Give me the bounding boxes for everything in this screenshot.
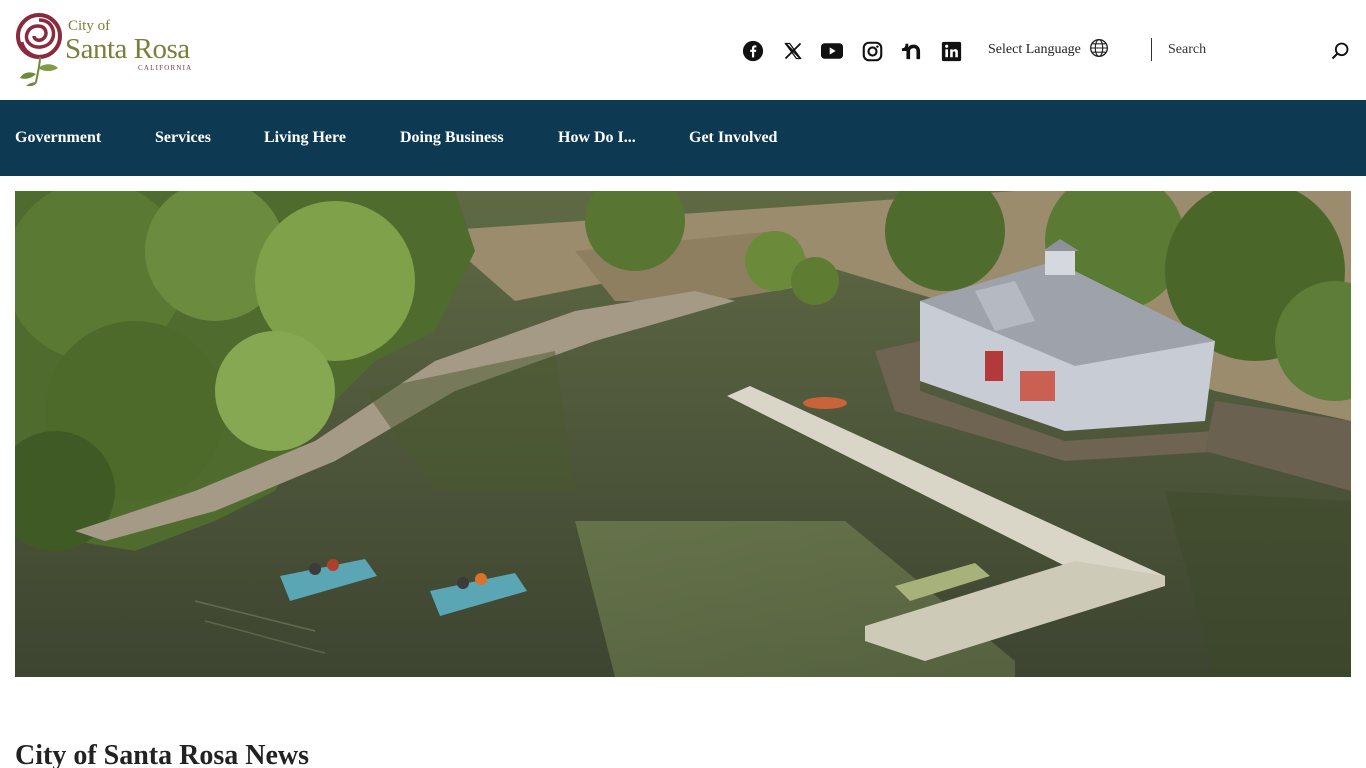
nav-item-get-involved[interactable]: Get Involved [689,100,777,176]
language-label: Select Language [988,42,1081,57]
nav-item-how-do-i[interactable]: How Do I... [558,100,636,176]
logo-city-name: Santa Rosa [65,33,190,65]
search-icon[interactable] [1328,39,1352,63]
site-header: City of Santa Rosa CALIFORNIA Select Lan… [0,0,1366,100]
nav-item-government[interactable]: Government [15,100,101,176]
city-logo[interactable]: City of Santa Rosa CALIFORNIA [14,12,200,86]
nav-item-services[interactable]: Services [155,100,211,176]
header-divider [1151,38,1152,61]
nextdoor-icon[interactable] [899,39,923,63]
logo-state: CALIFORNIA [138,64,193,72]
nav-item-living-here[interactable]: Living Here [264,100,346,176]
x-icon[interactable] [781,39,805,63]
linkedin-icon[interactable] [939,39,963,63]
instagram-icon[interactable] [860,39,884,63]
language-selector[interactable]: Select Language [988,38,1109,63]
nav-item-doing-business[interactable]: Doing Business [400,100,504,176]
globe-icon [1089,38,1109,63]
search-input[interactable] [1160,36,1320,64]
news-section-title: City of Santa Rosa News [15,740,309,768]
facebook-icon[interactable] [741,39,765,63]
main-nav: Government Services Living Here Doing Bu… [0,100,1366,176]
rose-logo-icon [16,13,62,86]
youtube-icon[interactable] [820,39,844,63]
hero-image [15,191,1351,677]
